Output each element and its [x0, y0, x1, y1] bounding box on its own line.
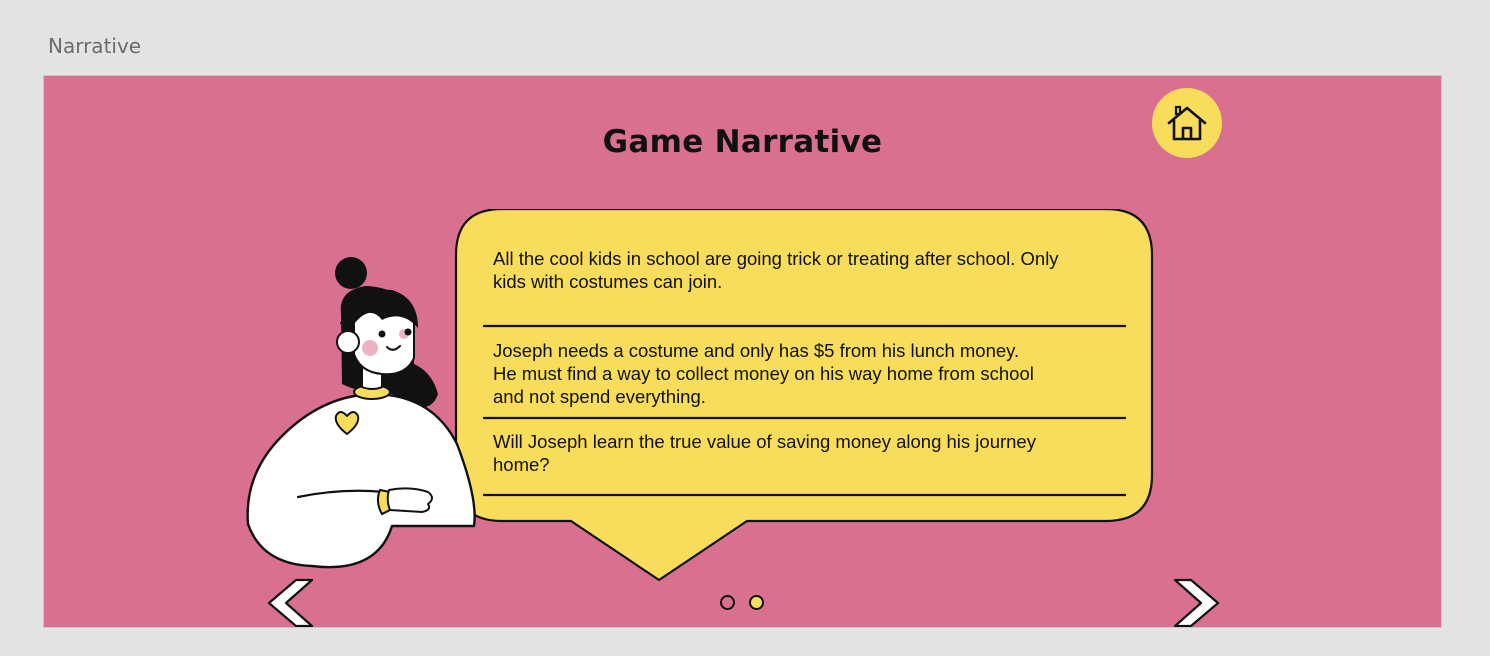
narrative-paragraph-1: All the cool kids in school are going tr…	[493, 247, 1113, 293]
chevron-left-icon	[267, 578, 314, 627]
home-icon	[1167, 105, 1207, 141]
narrative-screen: Game Narrative All the cool kids in scho…	[43, 75, 1442, 628]
narrative-line: home?	[493, 454, 550, 475]
page-dot-1[interactable]	[720, 595, 735, 610]
narrative-line: All the cool kids in school are going tr…	[493, 248, 1059, 269]
page-dot-2[interactable]	[749, 595, 764, 610]
narrative-line: He must find a way to collect money on h…	[493, 363, 1034, 384]
next-button[interactable]	[1171, 578, 1221, 628]
page-title: Game Narrative	[602, 124, 883, 160]
girl-illustration	[246, 257, 476, 569]
chevron-right-icon	[1173, 578, 1220, 627]
artboard-label: Narrative	[48, 34, 142, 58]
narrative-line: kids with costumes can join.	[493, 271, 723, 292]
home-button[interactable]	[1152, 88, 1222, 158]
narrative-line: and not spend everything.	[493, 386, 706, 407]
narrative-paragraph-3: Will Joseph learn the true value of savi…	[493, 430, 1113, 476]
narrative-paragraph-2: Joseph needs a costume and only has $5 f…	[493, 339, 1113, 408]
previous-button[interactable]	[266, 578, 316, 628]
narrative-line: Joseph needs a costume and only has $5 f…	[493, 340, 1020, 361]
narrative-line: Will Joseph learn the true value of savi…	[493, 431, 1036, 452]
